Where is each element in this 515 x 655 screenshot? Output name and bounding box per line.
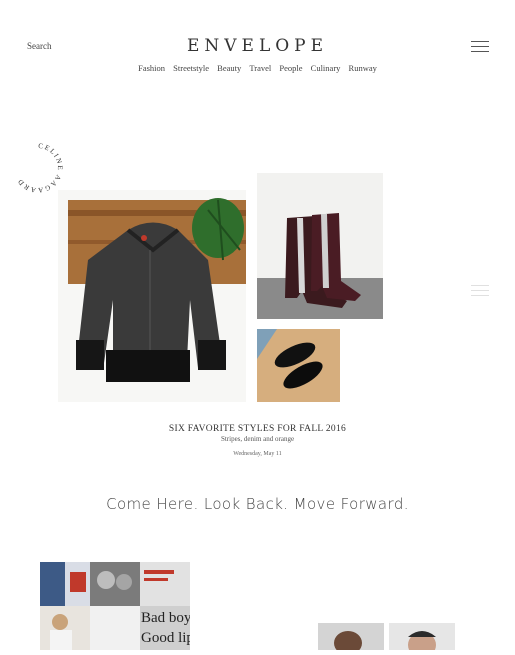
portrait-images[interactable]	[318, 623, 455, 655]
feature-date: Wednesday, May 11	[233, 451, 282, 457]
collage-text-1: Bad boy,	[141, 610, 190, 626]
feature-image-shoes[interactable]	[257, 329, 340, 402]
collage-text-2: Good lip	[141, 630, 190, 646]
nav-item-streetstyle[interactable]: Streetstyle	[173, 63, 209, 73]
main-nav: Fashion Streetstyle Beauty Travel People…	[0, 63, 515, 73]
svg-text:CELINE AAGAARD: CELINE AAGAARD	[16, 142, 64, 194]
nav-item-travel[interactable]: Travel	[249, 63, 271, 73]
feature-image-boots[interactable]	[257, 173, 383, 319]
nav-item-people[interactable]: People	[279, 63, 302, 73]
author-badge-text: CELINE AAGAARD	[16, 142, 63, 194]
nav-item-fashion[interactable]: Fashion	[138, 63, 165, 73]
feature-image-jacket[interactable]	[58, 190, 246, 402]
nav-item-beauty[interactable]: Beauty	[217, 63, 241, 73]
site-logo[interactable]: ENVELOPE	[0, 36, 515, 56]
author-badge[interactable]: CELINE AAGAARD	[12, 140, 64, 202]
collage-image[interactable]: Bad boy, Good lip	[40, 562, 194, 650]
nav-item-culinary[interactable]: Culinary	[311, 63, 341, 73]
site-tagline: Come Here. Look Back. Move Forward.	[106, 495, 409, 513]
feature-subtitle: Stripes, denim and orange	[220, 435, 295, 443]
feature-title[interactable]: SIX FAVORITE STYLES FOR FALL 2016	[0, 424, 515, 434]
secondary-menu-icon	[471, 285, 489, 297]
hamburger-icon[interactable]	[471, 41, 489, 53]
nav-item-runway[interactable]: Runway	[349, 63, 377, 73]
